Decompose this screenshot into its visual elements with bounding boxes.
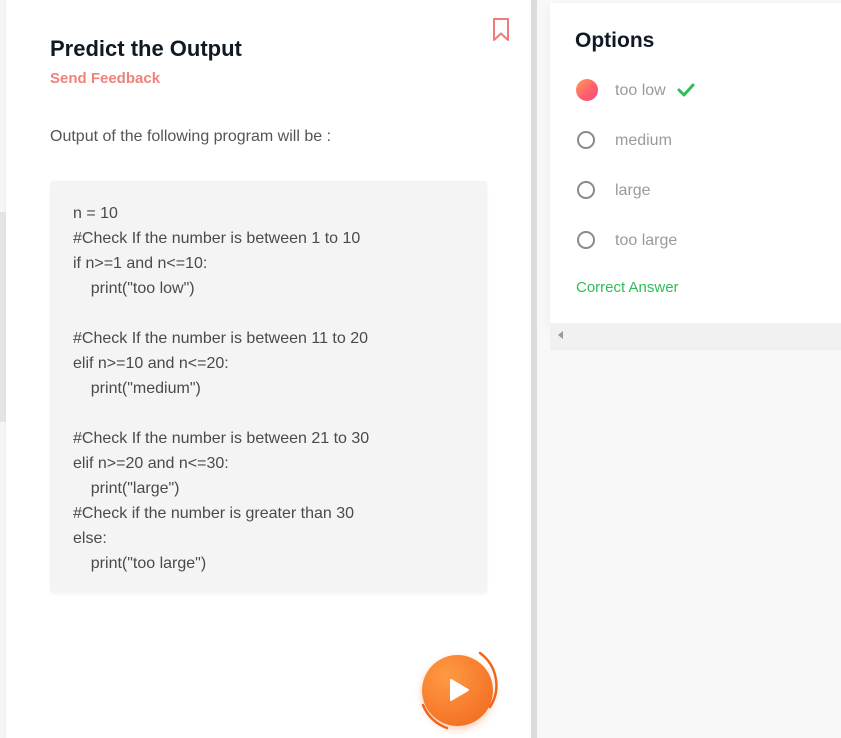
radio-unselected[interactable]: [577, 131, 595, 149]
question-prompt: Output of the following program will be …: [50, 128, 332, 145]
chevron-left-icon[interactable]: [558, 331, 563, 339]
option-label: medium: [615, 132, 672, 149]
question-title: Predict the Output: [50, 36, 242, 61]
option-too-low[interactable]: too low: [576, 79, 826, 105]
code-line: print("medium"): [73, 380, 201, 397]
code-line: if n>=1 and n<=10:: [73, 255, 208, 272]
code-line: print("too low"): [73, 280, 195, 297]
code-line: else:: [73, 530, 107, 547]
radio-unselected[interactable]: [577, 231, 595, 249]
code-line: #Check If the number is between 21 to 30: [73, 430, 370, 447]
check-icon: [677, 83, 695, 97]
code-line: elif n>=20 and n<=30:: [73, 455, 229, 472]
code-line: elif n>=10 and n<=20:: [73, 355, 229, 372]
option-large[interactable]: large: [576, 179, 826, 205]
code-line: print("large"): [73, 480, 180, 497]
code-line: #Check If the number is between 11 to 20: [73, 330, 368, 347]
code-line: #Check if the number is greater than 30: [73, 505, 355, 522]
play-button[interactable]: [422, 655, 493, 726]
radio-selected[interactable]: [576, 79, 598, 101]
code-line: #Check If the number is between 1 to 10: [73, 230, 361, 247]
correct-answer-status: Correct Answer: [576, 279, 679, 296]
horizontal-scrollbar[interactable]: [550, 323, 841, 350]
options-title: Options: [575, 29, 655, 52]
code-line: print("too large"): [73, 555, 207, 572]
send-feedback-link[interactable]: Send Feedback: [50, 69, 160, 89]
radio-unselected[interactable]: [577, 181, 595, 199]
run-button-wrapper: [413, 645, 503, 735]
bookmark-icon[interactable]: [492, 18, 510, 42]
option-too-large[interactable]: too large: [576, 229, 826, 255]
option-label: too low: [615, 82, 666, 99]
option-label: too large: [615, 232, 678, 249]
play-icon: [450, 679, 469, 701]
option-medium[interactable]: medium: [576, 129, 826, 155]
option-label: large: [615, 182, 651, 199]
code-line: n = 10: [73, 205, 118, 222]
